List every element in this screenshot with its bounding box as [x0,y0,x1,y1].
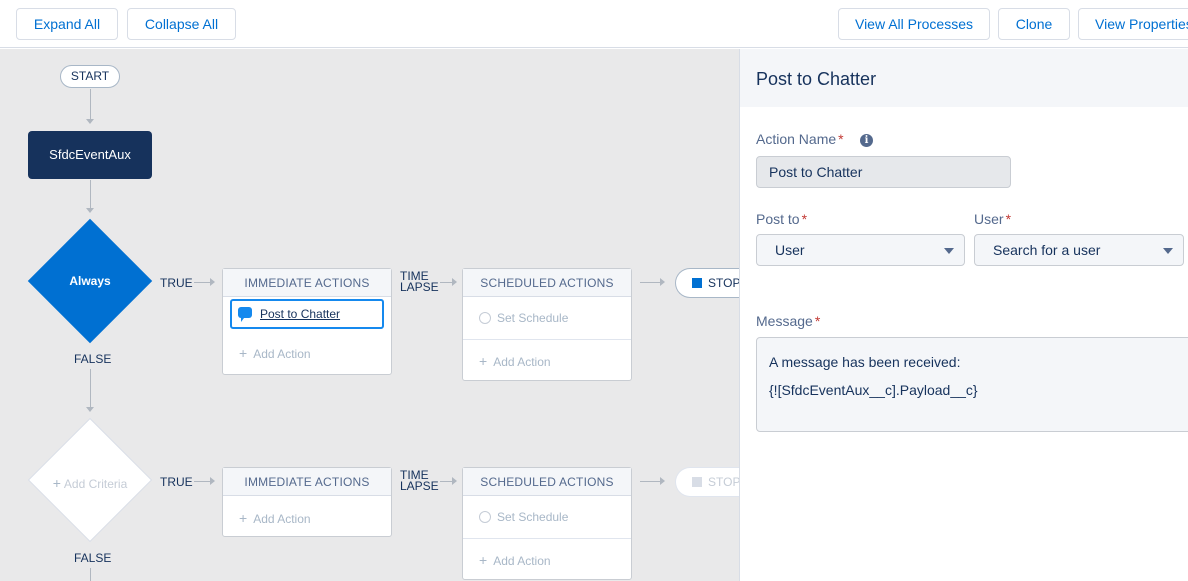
connector [90,180,91,210]
panel-title: Post to Chatter [756,69,877,89]
set-schedule-button[interactable]: Set Schedule [463,311,631,325]
view-properties-button[interactable]: View Properties [1078,8,1188,40]
true-label: TRUE [160,475,193,489]
message-label-text: Message [756,313,813,329]
chatter-icon [238,307,252,322]
time-lapse-label: TIME LAPSE [400,269,439,294]
stop-node: STOP [675,467,739,497]
user-label: User * [974,211,1011,227]
stop-icon [692,278,702,288]
arrow-down-icon [86,119,94,124]
set-schedule-label: Set Schedule [497,311,569,325]
required-icon: * [1005,211,1012,227]
action-name-label: Action Name * [756,131,844,147]
add-action-label: Add Action [493,554,551,568]
message-line: A message has been received: [769,354,961,370]
add-criteria-text: Add Criteria [63,477,128,491]
arrow-right-icon [660,477,665,485]
action-properties-panel: Post to Chatter Action Name * i Post to C… [739,49,1188,581]
scheduled-actions-header: SCHEDULED ACTIONS [463,468,631,496]
user-label-text: User [974,211,1004,227]
user-search-select[interactable]: Search for a user [974,234,1184,266]
info-icon[interactable]: i [860,134,873,147]
process-canvas: START SfdcEventAux Always TRUE FALSE IMM… [0,49,739,581]
view-all-processes-button[interactable]: View All Processes [838,8,990,40]
connector [90,89,91,121]
connector [90,369,91,409]
add-action-label: Add Action [493,355,551,369]
post-to-select[interactable]: User [756,234,965,266]
plus-icon: + [52,475,61,491]
scheduled-actions-box: SCHEDULED ACTIONS Set Schedule + Add Acti… [462,268,632,381]
false-label: FALSE [74,352,112,366]
stop-node: STOP [675,268,739,298]
clone-button[interactable]: Clone [998,8,1070,40]
plus-icon: + [479,552,488,568]
chevron-down-icon [944,248,954,254]
arrow-right-icon [452,477,457,485]
message-label: Message * [756,313,820,329]
add-action-button[interactable]: + Add Action [223,510,391,526]
plus-icon: + [479,353,488,369]
set-schedule-label: Set Schedule [497,510,569,524]
required-icon: * [814,313,821,329]
criteria-label: Always [69,274,111,288]
add-action-label: Add Action [253,347,311,361]
user-value: Search for a user [993,242,1101,258]
plus-icon: + [239,345,248,361]
connector [640,481,662,482]
arrow-down-icon [86,407,94,412]
add-action-button[interactable]: + Add Action [463,552,631,568]
stop-label: STOP [708,475,739,489]
arrow-right-icon [660,278,665,286]
add-action-button[interactable]: + Add Action [463,353,631,369]
arrow-right-icon [452,278,457,286]
expand-all-button[interactable]: Expand All [16,8,118,40]
message-line: {![SfdcEventAux__c].Payload__c} [769,382,978,398]
false-label: FALSE [74,551,112,565]
action-label: Post to Chatter [260,307,341,321]
action-name-label-text: Action Name [756,131,837,147]
required-icon: * [801,211,808,227]
action-name-input[interactable]: Post to Chatter [756,156,1011,188]
true-label: TRUE [160,276,193,290]
immediate-actions-box: IMMEDIATE ACTIONS Post to Chatter + Add A… [222,268,392,375]
required-icon: * [838,131,844,147]
panel-header: Post to Chatter [740,49,1188,107]
arrow-right-icon [210,477,215,485]
post-to-label-text: Post to [756,211,800,227]
plus-icon: + [239,510,248,526]
start-node: START [60,65,120,88]
immediate-actions-box: IMMEDIATE ACTIONS + Add Action [222,467,392,537]
scheduled-actions-header: SCHEDULED ACTIONS [463,269,631,297]
clock-icon [479,511,491,523]
arrow-down-icon [86,208,94,213]
stop-label: STOP [708,276,739,290]
stop-icon [692,477,702,487]
collapse-all-button[interactable]: Collapse All [127,8,236,40]
connector [90,568,91,581]
add-criteria-label: + Add Criteria [28,475,152,491]
action-post-to-chatter[interactable]: Post to Chatter [230,299,384,329]
connector [640,282,662,283]
post-to-value: User [775,242,805,258]
set-schedule-button[interactable]: Set Schedule [463,510,631,524]
divider [463,339,631,340]
message-textarea[interactable]: A message has been received: {![SfdcEven… [756,337,1188,432]
post-to-label: Post to * [756,211,807,227]
immediate-actions-header: IMMEDIATE ACTIONS [223,269,391,297]
object-node[interactable]: SfdcEventAux [28,131,152,179]
divider [463,538,631,539]
arrow-right-icon [210,278,215,286]
toolbar: Expand All Collapse All View All Process… [0,0,1188,48]
immediate-actions-header: IMMEDIATE ACTIONS [223,468,391,496]
add-action-label: Add Action [253,512,311,526]
time-lapse-label: TIME LAPSE [400,468,439,493]
clock-icon [479,312,491,324]
add-action-button[interactable]: + Add Action [223,345,391,361]
scheduled-actions-box: SCHEDULED ACTIONS Set Schedule + Add Acti… [462,467,632,580]
chevron-down-icon [1163,248,1173,254]
